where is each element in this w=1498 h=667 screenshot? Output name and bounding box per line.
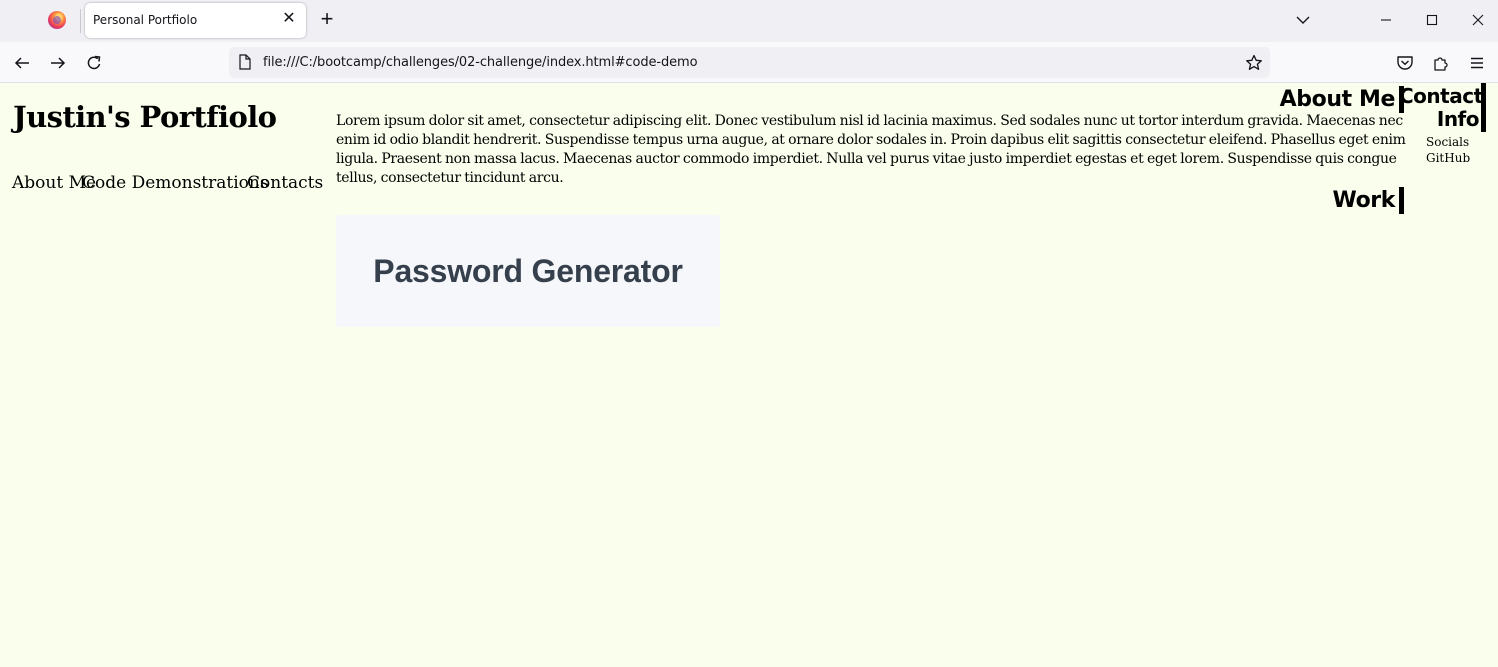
nav-link-code-demonstrations[interactable]: Code Demonstrations [82, 172, 269, 195]
back-icon[interactable] [11, 52, 33, 74]
contact-item-github[interactable]: GitHub [1426, 150, 1470, 166]
maximize-icon[interactable] [1421, 10, 1443, 30]
firefox-icon[interactable] [48, 11, 66, 29]
tab-strip: Personal Portfiolo ✕ + [0, 0, 1498, 42]
forward-icon[interactable] [47, 52, 69, 74]
page-content: Justin's Portfiolo About Me Code Demonst… [0, 83, 1498, 667]
about-me-text: Lorem ipsum dolor sit amet, consectetur … [336, 113, 1406, 186]
contact-info-heading: Contact Info [1399, 84, 1483, 131]
pocket-icon[interactable] [1394, 52, 1416, 74]
bookmark-star-icon[interactable] [1244, 53, 1264, 73]
contact-list: Socials GitHub [1426, 134, 1470, 166]
url-text[interactable]: file:///C:/bootcamp/challenges/02-challe… [263, 55, 698, 70]
contact-info-section: Contact Info [1399, 83, 1486, 132]
url-bar[interactable]: file:///C:/bootcamp/challenges/02-challe… [229, 47, 1270, 78]
tab-title: Personal Portfiolo [93, 13, 198, 27]
project-card-password-generator[interactable]: Password Generator [336, 215, 720, 327]
project-title: Password Generator [373, 253, 683, 289]
new-tab-icon[interactable]: + [316, 8, 338, 31]
file-icon [239, 54, 251, 70]
nav-link-contacts[interactable]: Contacts [247, 172, 323, 195]
navigation-toolbar: file:///C:/bootcamp/challenges/02-challe… [0, 42, 1498, 83]
nav-link-about-me[interactable]: About Me [12, 172, 96, 195]
tab-separator [80, 9, 81, 33]
minimize-icon[interactable] [1375, 10, 1397, 30]
menu-icon[interactable] [1466, 52, 1488, 74]
extensions-icon[interactable] [1430, 52, 1452, 74]
about-me-heading: About Me [1280, 86, 1404, 113]
close-tab-icon[interactable]: ✕ [280, 10, 298, 28]
contact-item-socials[interactable]: Socials [1426, 134, 1470, 150]
site-title: Justin's Portfiolo [13, 100, 277, 134]
reload-icon[interactable] [83, 52, 105, 74]
list-tabs-icon[interactable] [1292, 10, 1314, 30]
work-heading: Work [1333, 187, 1404, 214]
browser-tab[interactable]: Personal Portfiolo ✕ [85, 3, 306, 38]
close-window-icon[interactable] [1467, 10, 1489, 30]
